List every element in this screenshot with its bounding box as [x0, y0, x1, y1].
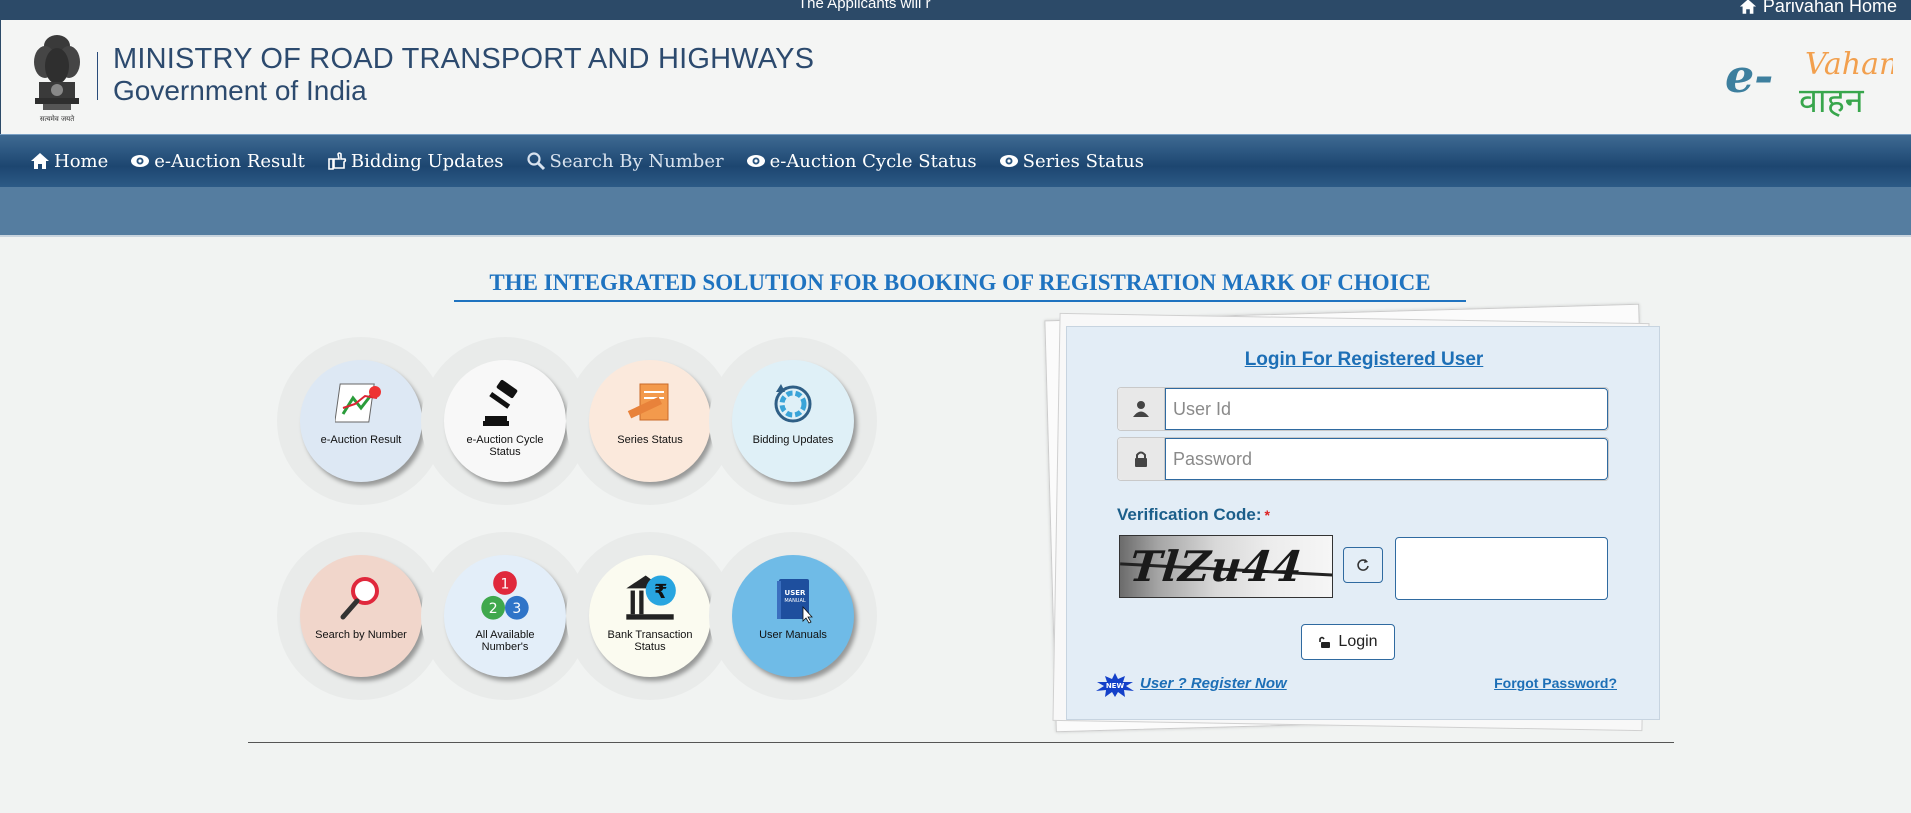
e-vahan-logo: e- Vahan वाहन — [1725, 47, 1893, 120]
logo-vahan-hindi: वाहन — [1799, 81, 1865, 120]
parivahan-home-link[interactable]: Parivahan Home — [1739, 0, 1897, 17]
lock-icon — [1135, 451, 1147, 467]
refresh-captcha-button[interactable] — [1343, 547, 1383, 583]
tile-search-by-number-label: Search by Number — [315, 629, 407, 641]
captcha-input[interactable] — [1395, 537, 1608, 600]
home-icon — [1739, 0, 1757, 14]
eye-icon — [999, 155, 1018, 167]
nav-e-auction-cycle-status[interactable]: e-Auction Cycle Status — [746, 151, 977, 172]
magnifier-icon — [340, 577, 379, 620]
login-title[interactable]: Login For Registered User — [1067, 349, 1661, 371]
sub-bar — [0, 187, 1911, 237]
tile-series-status-label: Series Status — [617, 434, 683, 446]
emblem-caption: सत्यमेव जयते — [40, 114, 75, 123]
required-mark: * — [1264, 507, 1270, 523]
numbers-icon: 1 2 3 — [481, 571, 529, 620]
nav-search-by-number-label: Search By Number — [549, 150, 724, 172]
tile-bank-transaction-status-label: Bank Transaction Status — [607, 629, 693, 653]
unlock-icon — [1319, 636, 1331, 648]
national-emblem-icon: सत्यमेव जयते — [34, 35, 80, 123]
bottom-divider — [248, 742, 1674, 743]
manual-book-icon: USER MANUAL — [777, 579, 813, 624]
main-nav: Home e-Auction Result Bidding Updates Se… — [0, 134, 1911, 187]
tile-bidding-updates[interactable]: Bidding Updates — [709, 337, 877, 505]
logo-vahan: Vahan — [1805, 47, 1893, 82]
captcha-image: TlZu44 — [1119, 535, 1333, 598]
login-card: Login For Registered User Verification C… — [1066, 326, 1660, 720]
tile-user-manuals[interactable]: USER MANUAL User Manuals — [709, 532, 877, 700]
document-icon — [627, 383, 669, 421]
svg-text:2: 2 — [489, 601, 498, 617]
tile-e-auction-result[interactable]: e-Auction Result — [277, 337, 445, 505]
user-id-input[interactable] — [1165, 388, 1608, 430]
login-button[interactable]: Login — [1301, 624, 1395, 660]
svg-text:1: 1 — [501, 576, 510, 592]
tile-e-auction-cycle-status-label: e-Auction Cycle Status — [466, 434, 544, 458]
parivahan-home-label: Parivahan Home — [1762, 0, 1897, 16]
nav-series-status-label: Series Status — [1022, 150, 1144, 172]
new-badge-icon: NEW — [1096, 673, 1134, 697]
svg-text:₹: ₹ — [654, 580, 667, 603]
top-strip: The Applicants will r Parivahan Home — [0, 0, 1911, 20]
hand-point-icon — [328, 152, 346, 170]
nav-series-status[interactable]: Series Status — [999, 151, 1144, 172]
captcha-text: TlZu44 — [1127, 542, 1306, 591]
new-badge-text: NEW — [1106, 682, 1125, 690]
tile-e-auction-cycle-status[interactable]: e-Auction Cycle Status — [421, 337, 589, 505]
home-icon — [31, 153, 49, 169]
lock-icon-addon — [1118, 438, 1165, 480]
eye-icon — [131, 155, 150, 167]
nav-search-by-number[interactable]: Search By Number — [526, 151, 724, 172]
chart-icon — [335, 383, 381, 423]
ministry-title: MINISTRY OF ROAD TRANSPORT AND HIGHWAYS — [113, 43, 815, 75]
site-header: सत्यमेव जयते MINISTRY OF ROAD TRANSPORT … — [0, 20, 1911, 134]
government-subtitle: Government of India — [113, 75, 367, 106]
bank-icon: ₹ — [626, 575, 676, 620]
tile-e-auction-result-label: e-Auction Result — [320, 434, 402, 446]
register-now-link[interactable]: User ? Register Now — [1140, 675, 1287, 692]
nav-home-label: Home — [54, 150, 109, 172]
tile-all-available-numbers[interactable]: 1 2 3 All Available Number's — [421, 532, 589, 700]
password-field — [1117, 437, 1609, 481]
verification-code-label: Verification Code: * — [1117, 505, 1270, 525]
svg-text:3: 3 — [512, 601, 521, 617]
announcement-marquee: The Applicants will r — [798, 0, 931, 12]
user-icon — [1133, 401, 1149, 417]
verification-code-text: Verification Code: — [1117, 505, 1262, 524]
password-input[interactable] — [1165, 438, 1608, 480]
page-tagline: THE INTEGRATED SOLUTION FOR BOOKING OF R… — [454, 270, 1466, 302]
refresh-cycle-icon — [774, 384, 812, 423]
search-icon — [526, 152, 545, 171]
user-id-field — [1117, 387, 1609, 431]
nav-bidding-updates-label: Bidding Updates — [350, 150, 504, 172]
nav-home[interactable]: Home — [30, 151, 108, 172]
forgot-password-link[interactable]: Forgot Password? — [1494, 675, 1617, 691]
login-button-label: Login — [1338, 633, 1378, 650]
refresh-icon — [1357, 559, 1369, 571]
user-icon-addon — [1118, 388, 1165, 430]
header-divider — [97, 52, 98, 100]
tile-user-manuals-label: User Manuals — [759, 629, 827, 641]
tile-bidding-updates-label: Bidding Updates — [752, 434, 834, 446]
gavel-icon — [483, 379, 518, 426]
svg-text:MANUAL: MANUAL — [784, 598, 806, 604]
svg-text:USER: USER — [785, 589, 807, 597]
eye-icon — [746, 155, 765, 167]
nav-e-auction-cycle-status-label: e-Auction Cycle Status — [769, 150, 977, 172]
nav-bidding-updates[interactable]: Bidding Updates — [327, 151, 504, 172]
nav-e-auction-result-label: e-Auction Result — [154, 150, 305, 172]
logo-e: e- — [1725, 49, 1773, 103]
tile-all-available-numbers-label: All Available Number's — [475, 629, 535, 653]
tile-search-by-number[interactable]: Search by Number — [277, 532, 445, 700]
nav-e-auction-result[interactable]: e-Auction Result — [130, 151, 305, 172]
